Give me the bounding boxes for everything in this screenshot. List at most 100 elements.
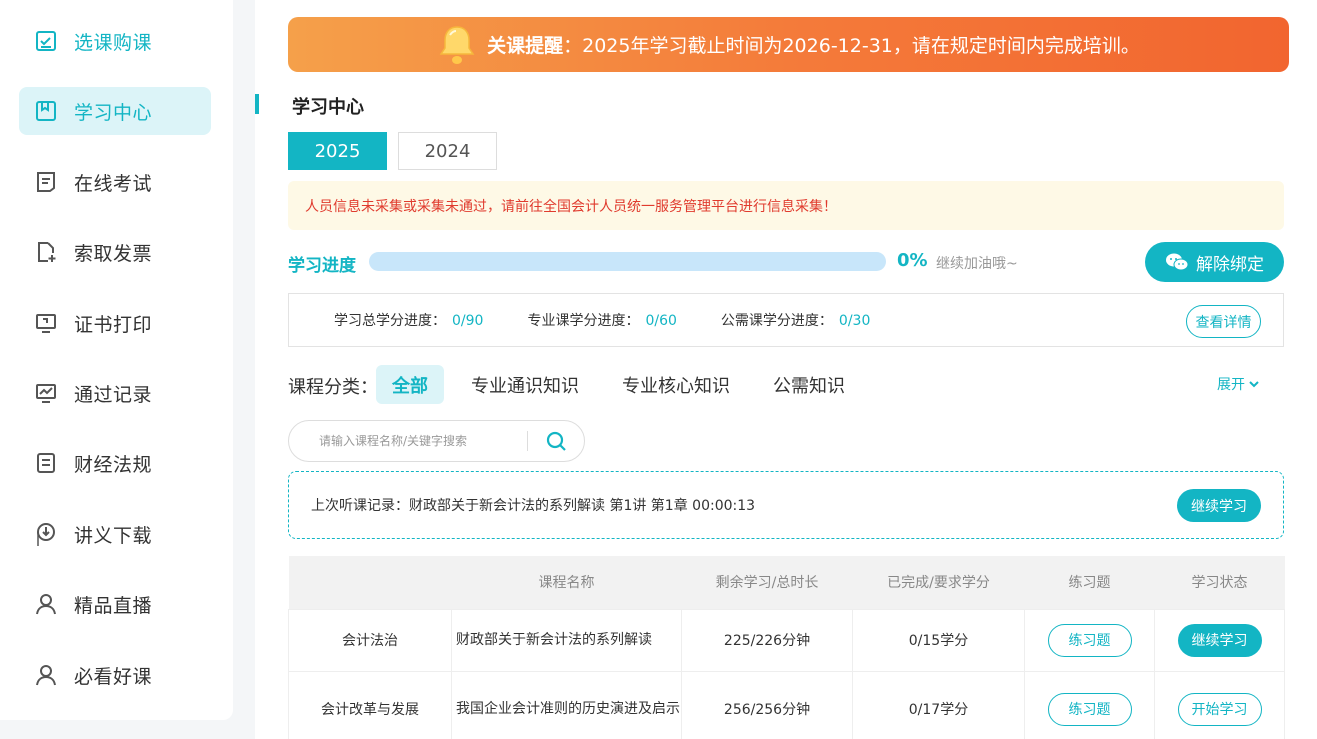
column-header: 课程名称 [451,556,682,609]
column-header: 剩余学习/总时长 [681,556,853,609]
user-icon [33,662,59,688]
table-row: 会计改革与发展 我国企业会计准则的历史演进及启示 256/256分钟 0/17学… [288,670,1285,739]
expand-toggle[interactable]: 展开 [1217,374,1259,394]
sidebar-item-course-select[interactable]: 选课购课 [19,17,211,65]
exam-icon [33,169,59,195]
course-table: 课程名称 剩余学习/总时长 已完成/要求学分 练习题 学习状态 会计法治 财政部… [288,556,1285,739]
progress-label: 学习进度 [288,256,356,276]
category-public[interactable]: 公需知识 [765,365,853,404]
credit-value: 0/90 [452,313,484,329]
unbind-label: 解除绑定 [1196,254,1264,275]
bell-icon [439,25,475,64]
document-icon [33,450,59,476]
course-credit: 0/15学分 [852,608,1025,672]
invoice-icon [33,239,59,265]
info-collection-warning: 人员信息未采集或采集未通过，请前往全国会计人员统一服务管理平台进行信息采集！ [288,181,1284,230]
sidebar-item-handout-download[interactable]: 讲义下载 [19,510,211,558]
certificate-icon [33,310,59,336]
column-header: 学习状态 [1154,556,1285,609]
start-study-button[interactable]: 开始学习 [1177,692,1262,726]
progress-bar [369,252,886,271]
sidebar-item-label: 证书打印 [74,313,153,336]
view-details-button[interactable]: 查看详情 [1186,305,1261,338]
sidebar-item-label: 财经法规 [74,453,153,476]
sidebar-item-label: 选课购课 [74,31,153,54]
sidebar-item-live[interactable]: 精品直播 [19,580,211,628]
tab-year-2025[interactable]: 2025 [288,132,387,170]
category-core[interactable]: 专业核心知识 [614,365,738,404]
notice-text: ：2025年学习截止时间为2026-12-31，请在规定时间内完成培训。 [563,35,1140,57]
exercise-cell: 练习题 [1024,608,1155,672]
sidebar-item-regulations[interactable]: 财经法规 [19,439,211,487]
sidebar-item-label: 在线考试 [74,172,153,195]
wechat-icon [1166,253,1189,271]
progress-tip: 继续加油哦~ [936,256,1018,272]
credit-progress-box: 学习总学分进度： 0/90 专业课学分进度： 0/60 公需课学分进度： 0/30 查… [288,293,1284,347]
credit-professional: 专业课学分进度： 0/60 [527,310,676,330]
sidebar-item-online-exam[interactable]: 在线考试 [19,158,211,206]
sidebar-item-label: 讲义下载 [74,524,153,547]
category-label: 课程分类： [288,377,378,398]
credit-total: 学习总学分进度： 0/90 [334,310,483,330]
search-input[interactable] [319,434,527,448]
last-record-text: 上次听课记录：财政部关于新会计法的系列解读 第1讲 第1章 00:00:13 [311,498,756,514]
credit-label: 公需课学分进度： [720,313,833,329]
sidebar-item-must-watch[interactable]: 必看好课 [19,651,211,699]
sidebar-item-pass-record[interactable]: 通过记录 [19,369,211,417]
main-content: 关课提醒 ：2025年学习截止时间为2026-12-31，请在规定时间内完成培训… [255,0,1317,739]
user-icon [33,591,59,617]
sidebar-item-certificate[interactable]: 证书打印 [19,299,211,347]
credit-label: 学习总学分进度： [334,313,446,329]
credit-value: 0/30 [838,313,871,329]
course-name[interactable]: 我国企业会计准则的历史演进及启示 [451,670,682,739]
chart-icon [33,380,59,406]
search-icon [546,431,566,451]
course-name[interactable]: 财政部关于新会计法的系列解读 [451,608,682,672]
exercise-button[interactable]: 练习题 [1047,623,1132,657]
notice-title: 关课提醒 [487,35,564,57]
column-header [288,556,452,609]
column-header: 已完成/要求学分 [852,556,1025,609]
sidebar-item-label: 学习中心 [74,101,153,124]
course-credit: 0/17学分 [852,670,1025,739]
tab-year-2024[interactable]: 2024 [398,132,497,170]
download-icon [33,521,59,547]
course-category: 会计法治 [288,608,452,672]
table-row: 会计法治 财政部关于新会计法的系列解读 225/226分钟 0/15学分 练习题… [288,608,1285,672]
sidebar-item-label: 通过记录 [74,383,153,406]
course-duration: 256/256分钟 [681,670,853,739]
book-icon [33,98,59,124]
exercise-cell: 练习题 [1024,670,1155,739]
sidebar-item-label: 索取发票 [74,242,153,265]
course-search [288,420,585,462]
credit-label: 专业课学分进度： [527,313,640,329]
category-general[interactable]: 专业通识知识 [463,365,587,404]
sidebar-item-study-center[interactable]: 学习中心 [19,87,211,135]
sidebar-item-invoice[interactable]: 索取发票 [19,228,211,276]
chevron-down-icon [1249,381,1259,388]
unbind-wechat-button[interactable]: 解除绑定 [1145,242,1284,282]
section-indicator [255,94,259,114]
column-header: 练习题 [1024,556,1155,609]
status-cell: 开始学习 [1154,670,1285,739]
deadline-notice: 关课提醒 ：2025年学习截止时间为2026-12-31，请在规定时间内完成培训… [288,17,1289,72]
status-cell: 继续学习 [1154,608,1285,672]
category-all[interactable]: 全部 [376,365,444,404]
sidebar-item-label: 必看好课 [74,665,153,688]
course-duration: 225/226分钟 [681,608,853,672]
expand-label: 展开 [1217,377,1245,393]
continue-study-button[interactable]: 继续学习 [1177,623,1262,657]
sidebar-item-label: 精品直播 [74,594,153,617]
sidebar: 选课购课 学习中心 在线考试 索取发票 证书打印 通过记录 财经法规 讲义下载 … [0,0,233,720]
credit-value: 0/60 [645,313,677,329]
last-study-record: 上次听课记录：财政部关于新会计法的系列解读 第1讲 第1章 00:00:13 继… [288,471,1284,539]
course-category: 会计改革与发展 [288,670,452,739]
search-button[interactable] [528,421,583,461]
continue-study-button[interactable]: 继续学习 [1177,489,1261,522]
credit-public: 公需课学分进度： 0/30 [721,310,870,330]
progress-percent: 0% [897,250,928,271]
checklist-icon [33,28,59,54]
table-header: 课程名称 剩余学习/总时长 已完成/要求学分 练习题 学习状态 [288,556,1285,609]
exercise-button[interactable]: 练习题 [1047,692,1132,726]
page-title: 学习中心 [292,97,364,118]
